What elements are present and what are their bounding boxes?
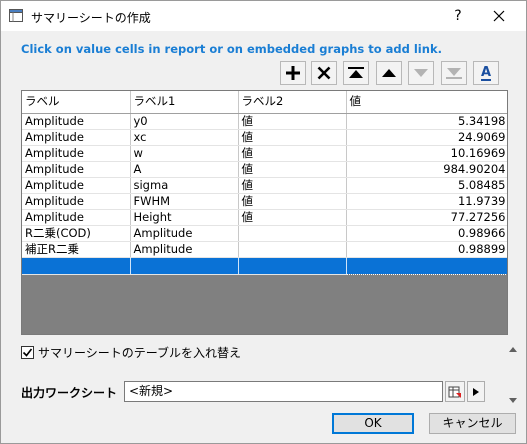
table-cell[interactable]: Amplitude (130, 241, 239, 258)
cancel-button[interactable]: キャンセル (429, 413, 516, 434)
checkmark-icon (22, 348, 33, 357)
move-bottom-button[interactable] (441, 61, 467, 85)
table-row[interactable]: Amplitude w 値 10.16969 (22, 145, 507, 162)
table-cell[interactable]: Amplitude (22, 161, 131, 178)
table-cell[interactable]: 値 (238, 129, 347, 146)
column-header[interactable]: ラベル (22, 91, 131, 114)
ok-button[interactable]: OK (332, 413, 414, 434)
add-row-button[interactable] (280, 61, 306, 85)
triangle-right-icon (473, 387, 479, 396)
table-cell[interactable] (238, 225, 347, 242)
move-up-button[interactable] (376, 61, 402, 85)
new-row-selected[interactable] (22, 256, 507, 275)
move-top-button[interactable] (343, 61, 369, 85)
table-cell[interactable]: R二乗(COD) (22, 225, 131, 242)
table-cell[interactable]: 値 (238, 209, 347, 226)
add-icon (286, 66, 300, 80)
table-row[interactable]: 補正R二乗 Amplitude 0.98899 (22, 241, 507, 258)
table-cell[interactable] (238, 241, 347, 258)
move-up-icon (382, 69, 396, 77)
transpose-option[interactable]: サマリーシートのテーブルを入れ替え (21, 344, 241, 361)
column-header[interactable]: ラベル1 (130, 91, 239, 114)
column-header[interactable]: 値 (346, 91, 507, 114)
table-row[interactable]: Amplitude xc 値 24.9069 (22, 129, 507, 146)
table-cell[interactable]: w (130, 145, 239, 162)
table-cell[interactable]: sigma (130, 177, 239, 194)
instruction-text: Click on value cells in report or on emb… (21, 42, 442, 56)
table-cell[interactable]: 984.90204 (346, 161, 507, 178)
table-cell[interactable]: Amplitude (22, 129, 131, 146)
table-cell[interactable]: xc (130, 129, 239, 146)
header-row: ラベル ラベル1 ラベル2 値 (22, 91, 507, 114)
move-top-icon (348, 67, 364, 78)
output-worksheet-input[interactable]: <新規> (124, 381, 443, 402)
table-cell[interactable]: 5.34198 (346, 113, 507, 130)
summary-table[interactable]: ラベル ラベル1 ラベル2 値 Amplitude y0 値 5.34198 Ampli… (21, 90, 508, 335)
worksheet-picker-icon (448, 386, 461, 398)
table-cell[interactable]: FWHM (130, 193, 239, 210)
table-cell[interactable]: 0.98966 (346, 225, 507, 242)
table-cell[interactable]: Amplitude (22, 177, 131, 194)
table-cell[interactable]: A (130, 161, 239, 178)
table-row[interactable]: Amplitude sigma 値 5.08485 (22, 177, 507, 194)
table-cell[interactable]: 値 (238, 145, 347, 162)
table-cell[interactable]: 値 (238, 161, 347, 178)
column-header[interactable]: ラベル2 (238, 91, 347, 114)
move-bottom-icon (446, 68, 462, 79)
delete-row-button[interactable] (311, 61, 337, 85)
window-title: サマリーシートの作成 (31, 11, 151, 25)
output-worksheet-label: 出力ワークシート (21, 386, 118, 400)
dialog-window: サマリーシートの作成 ? Click on value cells in rep… (0, 0, 527, 444)
transpose-checkbox[interactable] (21, 346, 34, 359)
table-cell[interactable]: 補正R二乗 (22, 241, 131, 258)
table-cell[interactable]: 値 (238, 113, 347, 130)
table-cell[interactable]: Amplitude (22, 113, 131, 130)
app-icon (9, 9, 23, 22)
move-down-icon (414, 69, 428, 77)
table-row[interactable]: Amplitude FWHM 値 11.9739 (22, 193, 507, 210)
table-cell[interactable]: 5.08485 (346, 177, 507, 194)
table-cell[interactable]: 値 (238, 193, 347, 210)
table-cell[interactable]: 77.27256 (346, 209, 507, 226)
table-cell[interactable] (345, 256, 507, 275)
table-row[interactable]: Amplitude A 値 984.90204 (22, 161, 507, 178)
close-button[interactable] (479, 3, 519, 29)
table-cell[interactable]: Amplitude (22, 193, 131, 210)
table-cell[interactable]: 0.98899 (346, 241, 507, 258)
help-button[interactable]: ? (445, 3, 471, 29)
table-row[interactable]: R二乗(COD) Amplitude 0.98966 (22, 225, 507, 242)
table-cell[interactable] (238, 257, 347, 275)
table-cell[interactable]: Height (130, 209, 239, 226)
delete-icon (317, 66, 331, 80)
rename-button[interactable]: A (473, 61, 499, 85)
table-row[interactable]: Amplitude Height 値 77.27256 (22, 209, 507, 226)
close-icon (493, 10, 505, 22)
table-cell[interactable]: 10.16969 (346, 145, 507, 162)
output-menu-button[interactable] (467, 381, 485, 402)
table-row[interactable]: Amplitude y0 値 5.34198 (22, 113, 507, 130)
table-cell[interactable]: Amplitude (22, 145, 131, 162)
table-cell[interactable]: y0 (130, 113, 239, 130)
table-cell[interactable]: 値 (238, 177, 347, 194)
table-cell[interactable]: 24.9069 (346, 129, 507, 146)
title-bar: サマリーシートの作成 ? (1, 1, 526, 31)
table-cell[interactable]: Amplitude (130, 225, 239, 242)
select-worksheet-button[interactable] (445, 381, 465, 402)
panel-scroll-arrows[interactable] (506, 343, 520, 407)
transpose-label: サマリーシートのテーブルを入れ替え (38, 346, 242, 360)
rename-icon: A (480, 64, 492, 81)
scroll-up-icon (509, 347, 517, 352)
table-cell[interactable] (22, 257, 131, 275)
table-cell[interactable]: Amplitude (22, 209, 131, 226)
move-down-button[interactable] (408, 61, 434, 85)
table-cell[interactable]: 11.9739 (346, 193, 507, 210)
table-cell[interactable] (130, 257, 239, 275)
scroll-down-icon (509, 398, 517, 403)
